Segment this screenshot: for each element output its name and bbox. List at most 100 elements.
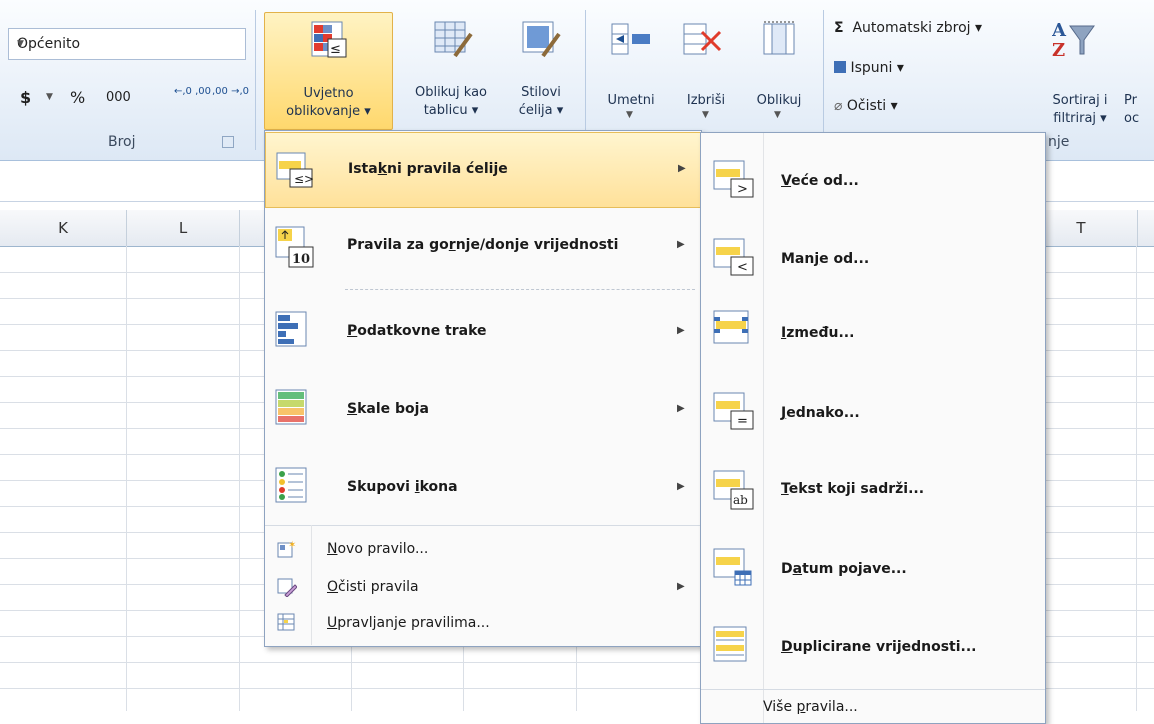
percent-button[interactable]: % xyxy=(70,88,85,107)
submenu-item-equal-to[interactable]: = Jednako... xyxy=(701,375,1045,447)
chevron-down-icon: ▼ xyxy=(702,110,709,120)
clear-label: Očisti xyxy=(846,98,887,114)
menu-separator xyxy=(345,289,695,290)
column-header-k[interactable]: K xyxy=(0,210,127,246)
find-select-label-1[interactable]: Pr xyxy=(1124,92,1137,109)
menu-item-label: Skale boja xyxy=(347,401,429,417)
menu-item-label: Novo pravilo... xyxy=(327,541,429,557)
group-label-number: Broj xyxy=(108,134,136,150)
svg-text:✶: ✶ xyxy=(288,540,296,551)
clear-rules-icon xyxy=(277,578,297,597)
find-select-label-2[interactable]: oc xyxy=(1124,110,1139,127)
submenu-item-label: Između... xyxy=(781,325,855,341)
group-label-editing: nje xyxy=(1048,134,1070,150)
submenu-arrow-icon: ▶ xyxy=(678,163,686,174)
fill-label: Ispuni xyxy=(850,60,893,76)
menu-item-new-rule[interactable]: ✶ Novo pravilo... xyxy=(265,533,701,565)
number-format-select[interactable]: Općenito ▼ xyxy=(8,28,246,60)
styles-label-1: Stilovi xyxy=(521,85,561,100)
new-rule-icon: ✶ xyxy=(277,540,296,558)
calendar-icon xyxy=(713,548,752,586)
submenu-item-between[interactable]: Između... xyxy=(701,297,1045,369)
conditional-formatting-icon: ≤ xyxy=(311,21,347,58)
sort-filter-icon: A Z xyxy=(1052,20,1095,61)
svg-text:≤: ≤ xyxy=(330,42,341,57)
thousands-separator-button[interactable]: 000 xyxy=(106,90,131,105)
insert-button[interactable]: Umetni ▼ xyxy=(592,12,670,128)
menu-separator xyxy=(701,689,1045,690)
highlight-cells-rules-icon: ≤> xyxy=(276,152,314,188)
fill-down-icon xyxy=(834,61,846,73)
menu-item-color-scales[interactable]: Skale boja ▶ xyxy=(265,371,701,447)
format-button[interactable]: Oblikuj ▼ xyxy=(742,12,816,128)
submenu-item-more-rules[interactable]: Više pravila... xyxy=(701,693,1045,721)
eraser-icon: ⌀ xyxy=(834,98,843,114)
cell-styles-button[interactable]: Stilovi ćelija ▾ xyxy=(507,12,575,128)
menu-item-clear-rules[interactable]: Očisti pravila ▶ xyxy=(265,571,701,603)
autosum-label: Automatski zbroj xyxy=(852,20,971,36)
menu-item-top-bottom-rules[interactable]: 10 Pravila za gornje/donje vrijednosti ▶ xyxy=(265,209,701,285)
submenu-item-label: Tekst koji sadrži... xyxy=(781,481,925,497)
svg-text:>: > xyxy=(737,182,748,197)
format-as-table-button[interactable]: Oblikuj kao tablicu ▾ xyxy=(395,12,507,128)
delete-button[interactable]: Izbriši ▼ xyxy=(672,12,740,128)
table-label-1: Oblikuj kao xyxy=(414,85,488,100)
insert-cells-icon xyxy=(611,23,650,55)
submenu-item-label: Više pravila... xyxy=(763,699,858,715)
text-contains-icon: ab xyxy=(713,470,754,510)
delete-cells-icon xyxy=(683,23,722,55)
greater-than-icon: > xyxy=(713,160,754,198)
menu-item-label: Pravila za gornje/donje vrijednosti xyxy=(347,237,619,253)
submenu-item-duplicate-values[interactable]: Duplicirane vrijednosti... xyxy=(701,609,1045,681)
conditional-formatting-button[interactable]: ≤ Uvjetno oblikovanje ▾ xyxy=(264,12,393,130)
gridline xyxy=(126,246,127,711)
menu-item-data-bars[interactable]: Podatkovne trake ▶ xyxy=(265,293,701,369)
chevron-down-icon[interactable]: ▼ xyxy=(46,92,53,102)
format-cells-icon xyxy=(763,21,795,55)
between-icon xyxy=(713,310,749,344)
gridline xyxy=(1136,246,1137,711)
highlight-cells-submenu: > Veće od... < Manje od... Između... = J… xyxy=(700,132,1046,724)
column-header-l[interactable]: L xyxy=(127,210,240,246)
submenu-item-date-occurring[interactable]: Datum pojave... xyxy=(701,531,1045,603)
submenu-item-label: Datum pojave... xyxy=(781,561,907,577)
submenu-arrow-icon: ▶ xyxy=(677,325,685,336)
svg-text:≤>: ≤> xyxy=(294,172,314,186)
sort-filter-button[interactable]: A Z Sortiraj i filtriraj ▾ xyxy=(1040,12,1120,128)
clear-button[interactable]: ⌀ Očisti ▾ xyxy=(834,98,898,114)
fill-button[interactable]: Ispuni ▾ xyxy=(834,60,904,76)
cf-label-1: Uvjetno xyxy=(303,86,354,101)
duplicate-values-icon xyxy=(713,626,747,662)
separator xyxy=(585,10,586,150)
separator xyxy=(823,10,824,150)
svg-text:A: A xyxy=(1052,20,1067,41)
table-label-2: tablicu ▾ xyxy=(423,103,479,118)
data-bars-icon xyxy=(275,311,307,347)
color-scales-icon xyxy=(275,389,307,425)
svg-text:10: 10 xyxy=(292,252,310,267)
manage-rules-icon xyxy=(277,613,295,631)
currency-button[interactable]: $ xyxy=(20,88,31,107)
autosum-button[interactable]: Σ Automatski zbroj ▾ xyxy=(834,20,982,36)
menu-item-icon-sets[interactable]: Skupovi ikona ▶ xyxy=(265,449,701,525)
submenu-item-greater-than[interactable]: > Veće od... xyxy=(701,141,1045,213)
delete-label: Izbriši xyxy=(686,93,726,108)
menu-item-manage-rules[interactable]: Upravljanje pravilima... xyxy=(265,607,701,639)
submenu-item-label: Veće od... xyxy=(781,173,859,189)
sort-label-1: Sortiraj i xyxy=(1052,93,1108,108)
dialog-launcher-icon[interactable] xyxy=(222,136,234,148)
gridline xyxy=(239,246,240,711)
chevron-down-icon[interactable]: ▼ xyxy=(17,39,239,49)
svg-text:<: < xyxy=(737,260,748,275)
conditional-formatting-menu: ≤> Istakni pravila ćelije ▶ 10 Pravila z… xyxy=(264,130,702,647)
submenu-arrow-icon: ▶ xyxy=(677,239,685,250)
submenu-item-text-contains[interactable]: ab Tekst koji sadrži... xyxy=(701,453,1045,525)
increase-decimal-button[interactable]: ←,0 ,00 xyxy=(174,86,211,97)
submenu-item-less-than[interactable]: < Manje od... xyxy=(701,219,1045,291)
menu-item-highlight-cells-rules[interactable]: ≤> Istakni pravila ćelije ▶ xyxy=(265,132,701,208)
styles-label-2: ćelija ▾ xyxy=(518,103,564,118)
svg-text:Z: Z xyxy=(1052,40,1065,61)
decrease-decimal-button[interactable]: ,00 →,0 xyxy=(212,86,249,97)
menu-separator xyxy=(265,525,701,526)
menu-item-label: Skupovi ikona xyxy=(347,479,458,495)
